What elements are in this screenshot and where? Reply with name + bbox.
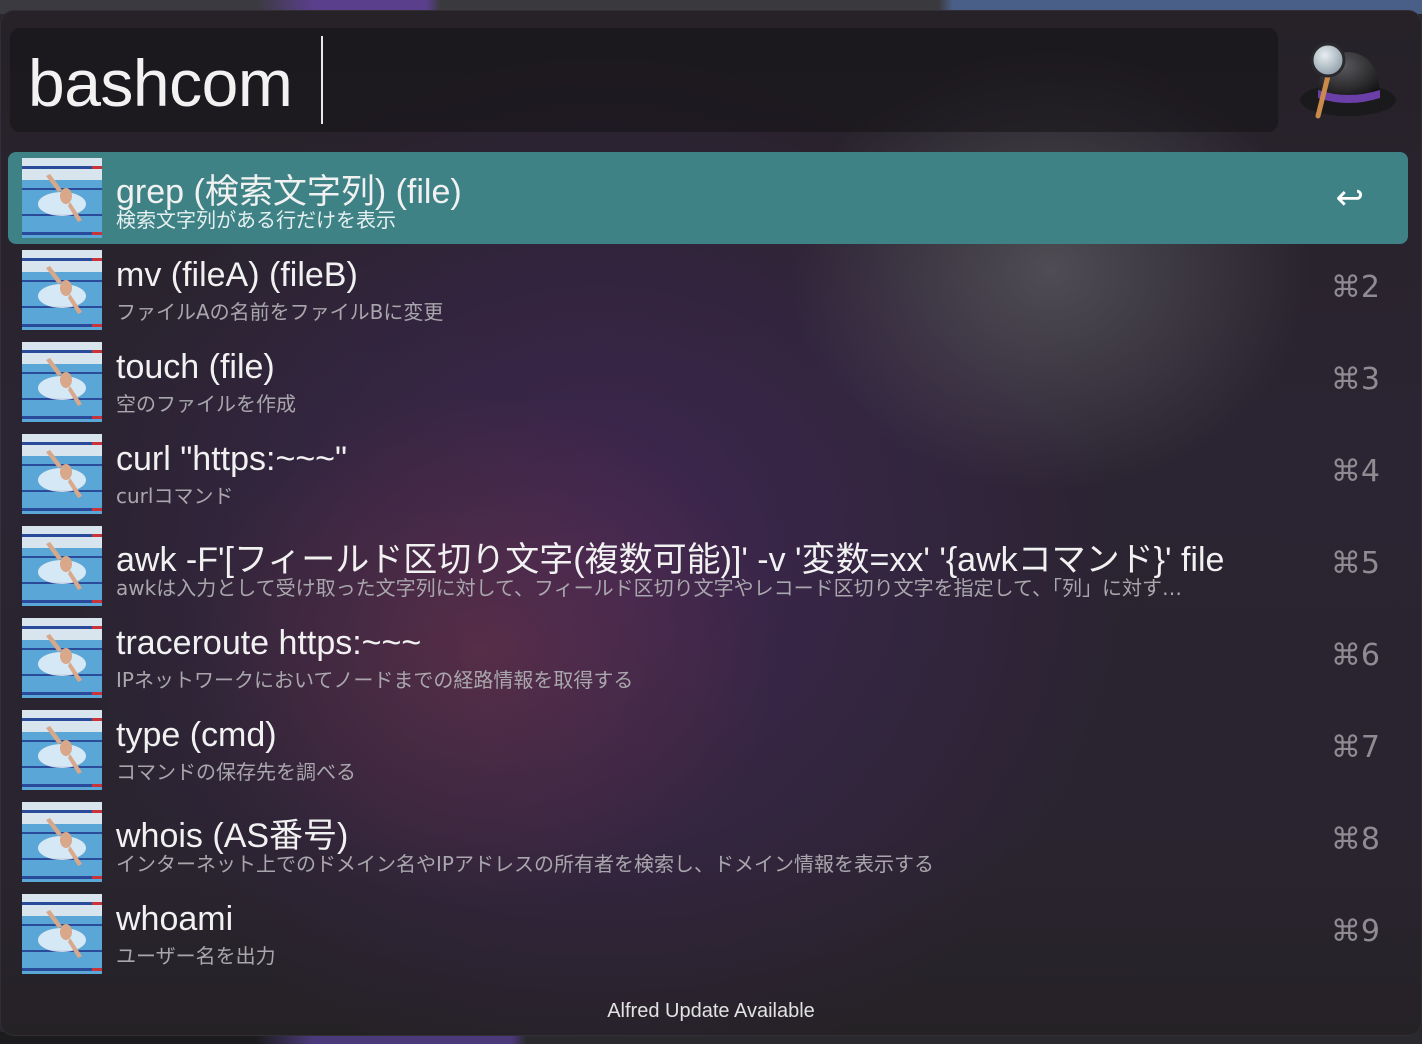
search-input[interactable]: bashcom <box>28 38 293 128</box>
result-swimmer-icon <box>22 434 102 514</box>
result-shortcut: ⌘6 <box>1330 638 1380 673</box>
result-subtitle: awkは入力として受け取った文字列に対して、フィールド区切り文字やレコード区切り… <box>116 576 1182 600</box>
result-swimmer-icon <box>22 158 102 238</box>
text-caret <box>321 36 323 124</box>
result-shortcut: ⌘8 <box>1330 822 1380 857</box>
result-shortcut: ⌘2 <box>1330 270 1380 305</box>
result-subtitle: ファイルAの名前をファイルBに変更 <box>116 300 444 324</box>
result-swimmer-icon <box>22 802 102 882</box>
result-title: touch (file) <box>116 348 275 386</box>
result-row[interactable]: mv (fileA) (fileB) ファイルAの名前をファイルBに変更 ⌘2 <box>8 244 1408 336</box>
result-subtitle: 検索文字列がある行だけを表示 <box>116 208 396 232</box>
result-row[interactable]: whois (AS番号) インターネット上でのドメイン名やIPアドレスの所有者を検… <box>8 796 1408 888</box>
update-notice[interactable]: Alfred Update Available <box>0 1000 1422 1023</box>
results-list: grep (検索文字列) (file) 検索文字列がある行だけを表示 ↩ mv (fi… <box>8 152 1408 980</box>
result-row[interactable]: traceroute https:~~~ IPネットワークにおいてノードまでの経路… <box>8 612 1408 704</box>
result-title: type (cmd) <box>116 716 277 754</box>
result-swimmer-icon <box>22 250 102 330</box>
result-title: curl "https:~~~" <box>116 440 348 478</box>
result-subtitle: curlコマンド <box>116 484 234 508</box>
result-shortcut: ⌘7 <box>1330 730 1380 765</box>
result-row[interactable]: grep (検索文字列) (file) 検索文字列がある行だけを表示 ↩ <box>8 152 1408 244</box>
result-swimmer-icon <box>22 710 102 790</box>
result-swimmer-icon <box>22 526 102 606</box>
result-subtitle: インターネット上でのドメイン名やIPアドレスの所有者を検索し、ドメイン情報を表示… <box>116 852 934 876</box>
result-row[interactable]: touch (file) 空のファイルを作成 ⌘3 <box>8 336 1408 428</box>
result-subtitle: ユーザー名を出力 <box>116 944 276 968</box>
result-swimmer-icon <box>22 894 102 974</box>
result-subtitle: 空のファイルを作成 <box>116 392 296 416</box>
result-swimmer-icon <box>22 618 102 698</box>
result-shortcut: ⌘4 <box>1330 454 1380 489</box>
result-subtitle: IPネットワークにおいてノードまでの経路情報を取得する <box>116 668 634 692</box>
result-title: mv (fileA) (fileB) <box>116 256 358 294</box>
result-row[interactable]: whoami ユーザー名を出力 ⌘9 <box>8 888 1408 980</box>
return-key-icon: ↩ <box>1335 178 1365 218</box>
result-row[interactable]: type (cmd) コマンドの保存先を調べる ⌘7 <box>8 704 1408 796</box>
result-shortcut: ⌘5 <box>1330 546 1380 581</box>
result-title: whoami <box>116 900 234 938</box>
result-swimmer-icon <box>22 342 102 422</box>
result-shortcut: ⌘3 <box>1330 362 1380 397</box>
result-title: traceroute https:~~~ <box>116 624 422 662</box>
result-shortcut: ⌘9 <box>1330 914 1380 949</box>
result-row[interactable]: awk -F'[フィールド区切り文字(複数可能)]' -v '変数=xx' '{… <box>8 520 1408 612</box>
result-row[interactable]: curl "https:~~~" curlコマンド ⌘4 <box>8 428 1408 520</box>
alfred-hat-icon <box>1300 42 1396 119</box>
result-subtitle: コマンドの保存先を調べる <box>116 760 356 784</box>
